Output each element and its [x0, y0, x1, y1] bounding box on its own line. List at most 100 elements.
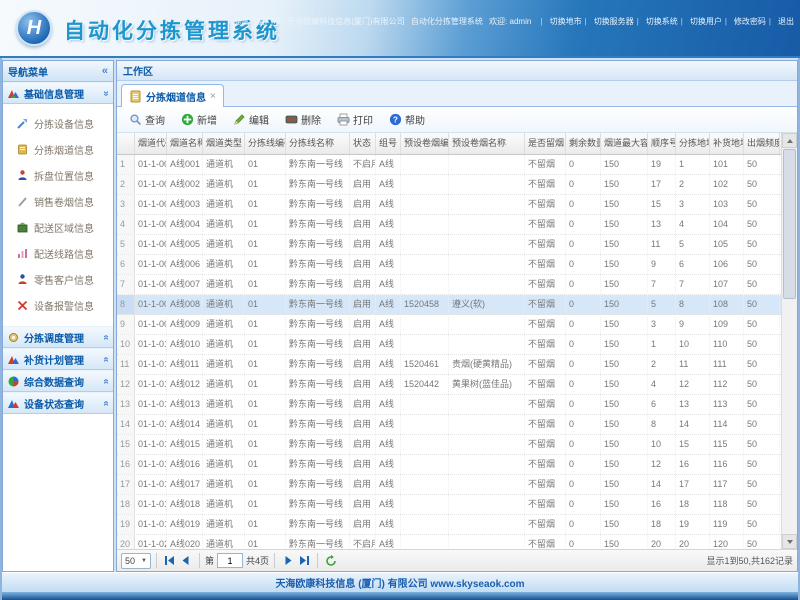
- search-button[interactable]: 查询: [123, 109, 171, 130]
- table-cell: 7: [676, 275, 710, 294]
- sidebar-item[interactable]: 设备报警信息: [3, 292, 113, 318]
- column-header[interactable]: 预设卷烟名称: [449, 133, 525, 154]
- table-row[interactable]: 1701-1-017A线017通道机01黔东南一号线启用A线不留烟0150141…: [117, 475, 781, 495]
- column-header[interactable]: 组号: [376, 133, 401, 154]
- table-cell: A线001: [167, 155, 203, 174]
- table-row[interactable]: 201-1-002A线002通道机01黔东南一号线启用A线不留烟01501721…: [117, 175, 781, 195]
- table-cell: 16: [648, 495, 676, 514]
- sidebar-item[interactable]: 销售卷烟信息: [3, 188, 113, 214]
- delete-button[interactable]: 删除: [279, 109, 327, 130]
- device-alarm-icon: [16, 299, 29, 312]
- header-system-name: 自动化分拣管理系统: [411, 17, 483, 26]
- table-row[interactable]: 2001-1-020A线020通道机01黔东南一号线不启用A线不留烟015020…: [117, 535, 781, 549]
- accordion-section-collapsed[interactable]: 分拣调度管理»: [3, 326, 113, 348]
- table-cell: 01-1-014: [135, 415, 167, 434]
- table-cell: 109: [710, 315, 744, 334]
- edit-button[interactable]: 编辑: [227, 109, 275, 130]
- table-row[interactable]: 901-1-009A线009通道机01黔东南一号线启用A线不留烟01503910…: [117, 315, 781, 335]
- table-row[interactable]: 601-1-006A线006通道机01黔东南一号线启用A线不留烟01509610…: [117, 255, 781, 275]
- next-page-button[interactable]: [280, 553, 296, 569]
- column-header[interactable]: 顺序号: [648, 133, 676, 154]
- column-header[interactable]: 剩余数量: [566, 133, 601, 154]
- tab-sorting-channel-info[interactable]: 分拣烟道信息 ×: [121, 84, 224, 107]
- accordion-section-collapsed[interactable]: 综合数据查询»: [3, 370, 113, 392]
- table-row[interactable]: 1201-1-012A线012通道机01黔东南一号线启用A线1520442黄果树…: [117, 375, 781, 395]
- table-row[interactable]: 1801-1-018A线018通道机01黔东南一号线启用A线不留烟0150161…: [117, 495, 781, 515]
- table-cell: 不留烟: [525, 195, 566, 214]
- first-page-button[interactable]: [162, 553, 178, 569]
- table-cell: 106: [710, 255, 744, 274]
- last-page-button[interactable]: [296, 553, 312, 569]
- table-row[interactable]: 701-1-007A线007通道机01黔东南一号线启用A线不留烟01507710…: [117, 275, 781, 295]
- column-header[interactable]: 补货地址: [710, 133, 744, 154]
- table-cell: 启用: [350, 435, 376, 454]
- table-row[interactable]: 1101-1-011A线011通道机01黔东南一号线启用A线1520461贵烟(…: [117, 355, 781, 375]
- sidebar-item[interactable]: 配送线路信息: [3, 240, 113, 266]
- header-link[interactable]: 切换地市: [550, 17, 582, 26]
- header-link[interactable]: 切换系统: [646, 17, 678, 26]
- table-cell: 13: [648, 215, 676, 234]
- accordion-section-collapsed[interactable]: 补货计划管理»: [3, 348, 113, 370]
- column-header[interactable]: 烟道代码: [135, 133, 167, 154]
- sidebar-item[interactable]: 分拣烟道信息: [3, 136, 113, 162]
- refresh-button[interactable]: [323, 553, 339, 569]
- table-row[interactable]: 501-1-005A线005通道机01黔东南一号线启用A线不留烟01501151…: [117, 235, 781, 255]
- table-row[interactable]: 301-1-003A线003通道机01黔东南一号线启用A线不留烟01501531…: [117, 195, 781, 215]
- column-header[interactable]: 烟道名称: [167, 133, 203, 154]
- column-header[interactable]: 预设卷烟编码: [401, 133, 449, 154]
- column-header[interactable]: 出烟频度: [744, 133, 780, 154]
- sidebar-collapse-icon[interactable]: «: [102, 65, 108, 77]
- table-cell: [401, 155, 449, 174]
- table-row[interactable]: 801-1-008A线008通道机01黔东南一号线启用A线1520458遵义(软…: [117, 295, 781, 315]
- page-size-select[interactable]: 50 ▼: [121, 553, 151, 569]
- table-row[interactable]: 1401-1-014A线014通道机01黔东南一号线启用A线不留烟0150814…: [117, 415, 781, 435]
- accordion-section-collapsed[interactable]: 设备状态查询»: [3, 392, 113, 414]
- scroll-down-icon[interactable]: [782, 534, 797, 549]
- column-header[interactable]: 是否留烟: [525, 133, 566, 154]
- table-row[interactable]: 1901-1-019A线019通道机01黔东南一号线启用A线不留烟0150181…: [117, 515, 781, 535]
- header-link[interactable]: 退出: [778, 17, 794, 26]
- header-link-separator: |: [585, 17, 587, 26]
- scroll-up-icon[interactable]: [782, 133, 797, 148]
- tab-close-icon[interactable]: ×: [210, 91, 216, 102]
- table-cell: [449, 535, 525, 549]
- sidebar-item[interactable]: 配送区域信息: [3, 214, 113, 240]
- scroll-thumb[interactable]: [783, 149, 796, 299]
- help-button[interactable]: ?帮助: [383, 109, 431, 130]
- sidebar-item[interactable]: 零售客户信息: [3, 266, 113, 292]
- column-header[interactable]: 烟道最大容量: [601, 133, 648, 154]
- column-header[interactable]: 烟道类型: [203, 133, 245, 154]
- header-link[interactable]: 修改密码: [734, 17, 766, 26]
- prev-page-button[interactable]: [178, 553, 194, 569]
- table-cell: 0: [566, 155, 601, 174]
- add-icon: [181, 113, 194, 126]
- column-header[interactable]: 分拣线名称: [286, 133, 350, 154]
- header-link[interactable]: 切换服务器: [594, 17, 634, 26]
- table-cell: 01: [245, 315, 286, 334]
- table-row[interactable]: 401-1-004A线004通道机01黔东南一号线启用A线不留烟01501341…: [117, 215, 781, 235]
- page-number-input[interactable]: [217, 553, 243, 568]
- table-cell: 不留烟: [525, 375, 566, 394]
- table-cell: 通道机: [203, 535, 245, 549]
- column-header[interactable]: 分拣地址: [676, 133, 710, 154]
- column-header[interactable]: 状态: [350, 133, 376, 154]
- table-row[interactable]: 1301-1-013A线013通道机01黔东南一号线启用A线不留烟0150613…: [117, 395, 781, 415]
- table-row[interactable]: 101-1-001A线001通道机01黔东南一号线不启用A线不留烟0150191…: [117, 155, 781, 175]
- table-cell: [401, 275, 449, 294]
- sidebar-item[interactable]: 分拣设备信息: [3, 110, 113, 136]
- header-link[interactable]: 切换用户: [690, 17, 722, 26]
- table-cell: 3: [648, 315, 676, 334]
- column-header[interactable]: 分拣线编码: [245, 133, 286, 154]
- row-number-cell: 1: [117, 155, 135, 174]
- table-row[interactable]: 1601-1-016A线016通道机01黔东南一号线启用A线不留烟0150121…: [117, 455, 781, 475]
- table-row[interactable]: 1001-1-010A线010通道机01黔东南一号线启用A线不留烟0150110…: [117, 335, 781, 355]
- print-button[interactable]: 打印: [331, 109, 379, 130]
- add-button[interactable]: 新增: [175, 109, 223, 130]
- table-row[interactable]: 1501-1-015A线015通道机01黔东南一号线启用A线不留烟0150101…: [117, 435, 781, 455]
- datagrid: 烟道代码烟道名称烟道类型分拣线编码分拣线名称状态组号预设卷烟编码预设卷烟名称是否…: [117, 133, 797, 549]
- table-cell: 不留烟: [525, 435, 566, 454]
- accordion-section-expanded[interactable]: 基础信息管理»: [3, 82, 113, 104]
- vertical-scrollbar[interactable]: [781, 133, 797, 549]
- sidebar-item[interactable]: 拆盘位置信息: [3, 162, 113, 188]
- table-cell: A线019: [167, 515, 203, 534]
